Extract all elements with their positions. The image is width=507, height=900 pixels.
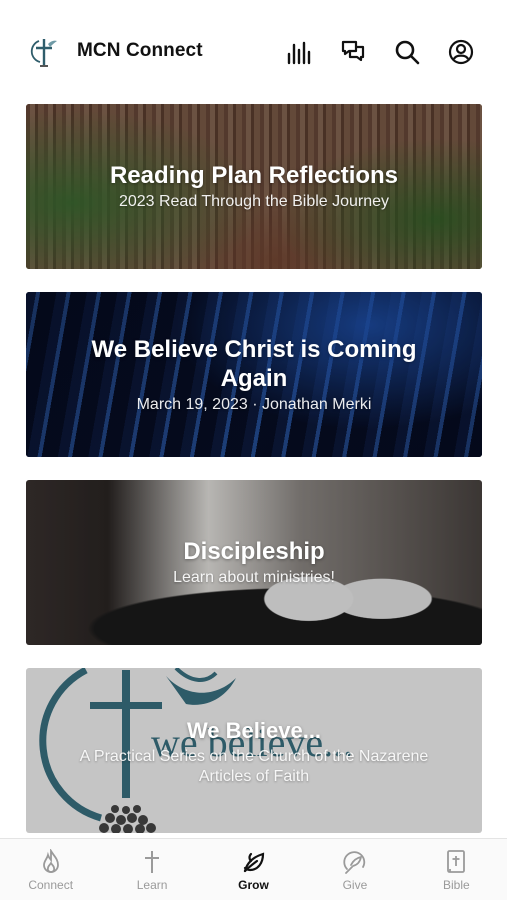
tab-bible[interactable]: Bible: [406, 839, 507, 900]
chat-bubbles-icon[interactable]: [339, 38, 367, 66]
card-title: Reading Plan Reflections: [109, 162, 399, 189]
bible-icon: [447, 850, 466, 873]
card-title: We Believe...: [186, 718, 322, 743]
search-icon[interactable]: [393, 38, 421, 66]
tab-label: Grow: [238, 878, 269, 892]
content-feed[interactable]: Reading Plan Reflections 2023 Read Throu…: [0, 98, 507, 836]
card-subtitle: 2023 Read Through the Bible Journey: [118, 193, 390, 210]
tab-label: Learn: [136, 878, 168, 892]
bar-chart-icon[interactable]: [285, 38, 313, 66]
bottom-tab-bar: Connect Learn Grow Give Bible: [0, 838, 507, 900]
flame-icon: [42, 849, 59, 873]
card-title: We Believe Christ is Coming Again: [91, 335, 417, 392]
card-subtitle: A Practical Series on the Church of the …: [79, 748, 429, 785]
leaf-icon: [243, 852, 264, 873]
app-title: MCN Connect: [77, 40, 203, 61]
card-reading-plan[interactable]: Reading Plan Reflections 2023 Read Throu…: [26, 104, 482, 269]
tab-give[interactable]: Give: [304, 839, 405, 900]
give-icon: [343, 851, 366, 874]
card-subtitle: March 19, 2023 · Jonathan Merki: [136, 395, 372, 413]
tab-label: Bible: [442, 878, 470, 892]
card-we-believe[interactable]: we believe... We Believe... A Practical …: [26, 668, 482, 833]
tab-label: Give: [342, 878, 368, 892]
card-title: Discipleship: [183, 538, 325, 565]
tab-grow[interactable]: Grow: [203, 839, 304, 900]
church-logo-icon: [30, 39, 57, 67]
tab-connect[interactable]: Connect: [0, 839, 101, 900]
card-subtitle: Learn about ministries!: [173, 569, 335, 586]
card-discipleship[interactable]: Discipleship Learn about ministries!: [26, 480, 482, 645]
profile-icon[interactable]: [447, 38, 475, 66]
cross-icon: [145, 851, 160, 873]
card-we-believe-christ[interactable]: We Believe Christ is Coming Again March …: [26, 292, 482, 457]
tab-label: Connect: [28, 878, 74, 892]
app-header: MCN Connect: [0, 0, 507, 98]
tab-learn[interactable]: Learn: [101, 839, 202, 900]
